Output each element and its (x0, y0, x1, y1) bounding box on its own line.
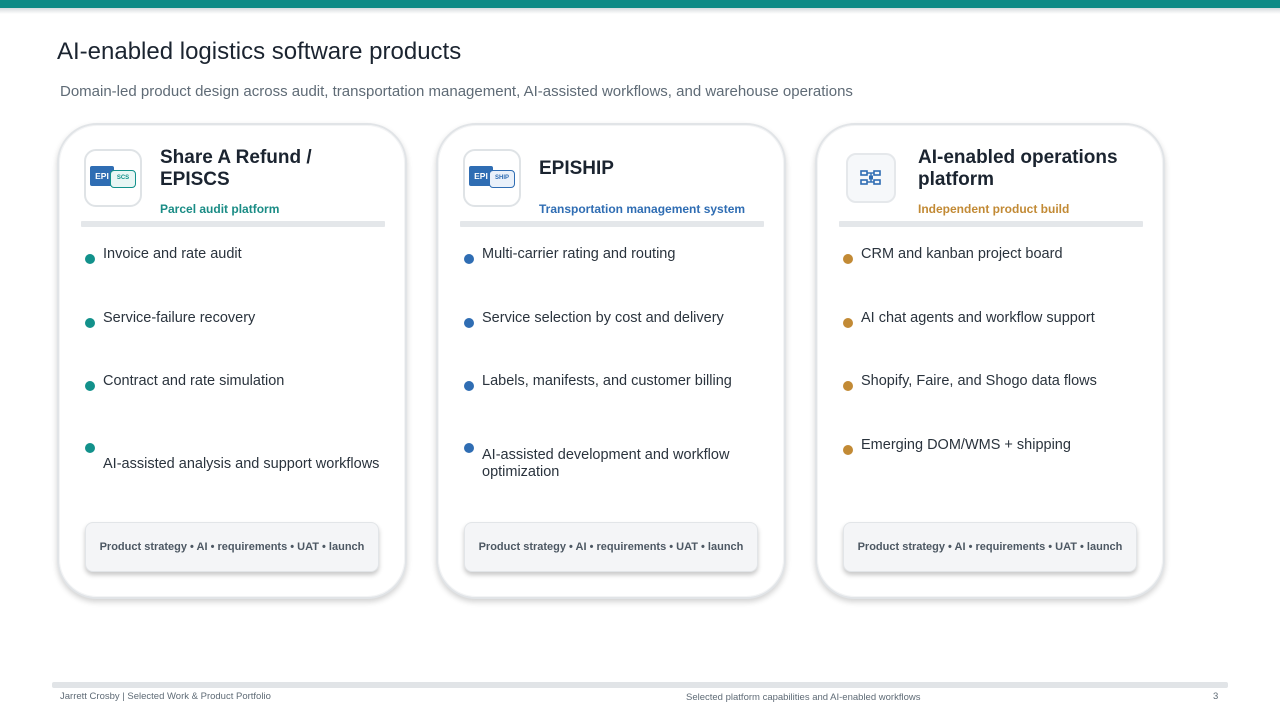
card-title-line: EPISCS (160, 169, 230, 190)
epi-ship-logo-icon: EPI SHIP (469, 166, 515, 190)
bullet-dot-icon (85, 254, 95, 264)
list-item-text: Labels, manifests, and customer billing (482, 373, 732, 389)
list-item-text: Invoice and rate audit (103, 246, 242, 262)
product-card-ai-operations-platform: AI-enabled operations platform Independe… (815, 123, 1165, 599)
bullet-dot-icon (464, 318, 474, 328)
list-item: Contract and rate simulation (85, 373, 385, 413)
bullet-dot-icon (464, 254, 474, 264)
card-title: AI-enabled operations platform (918, 147, 1148, 191)
footer-caption: Selected platform capabilities and AI-en… (686, 692, 921, 703)
list-item-text: AI chat agents and workflow support (861, 310, 1095, 326)
card-divider (460, 221, 764, 227)
workflow-diagram-icon (860, 170, 881, 185)
top-accent-bar (0, 0, 1280, 8)
card-divider (81, 221, 385, 227)
list-item-text: AI-assisted analysis and support workflo… (103, 456, 380, 472)
footer-author: Jarrett Crosby | Selected Work & Product… (60, 691, 271, 702)
list-item: Service selection by cost and delivery (464, 310, 764, 350)
logo-sub-text: SCS (110, 170, 136, 188)
bullet-dot-icon (843, 381, 853, 391)
card-title-line: EPISHIP (539, 158, 614, 179)
bullet-dot-icon (843, 318, 853, 328)
product-logo: EPI SHIP (463, 149, 521, 207)
card-tag: Independent product build (918, 202, 1070, 216)
bullet-dot-icon (464, 443, 474, 453)
list-item-text: AI-assisted development and workflow opt… (482, 447, 730, 480)
list-item: AI-assisted development and workflow opt… (464, 439, 764, 480)
product-logo: EPI SCS (84, 149, 142, 207)
card-title-line: Share A Refund / (160, 147, 312, 168)
page-subtitle: Domain-led product design across audit, … (60, 83, 853, 100)
product-logo (846, 153, 896, 203)
card-tag: Transportation management system (539, 202, 746, 216)
card-divider (839, 221, 1143, 227)
logo-sub-text: SHIP (489, 170, 515, 188)
card-tag: Parcel audit platform (160, 202, 280, 216)
bullet-dot-icon (85, 443, 95, 453)
list-item: Labels, manifests, and customer billing (464, 373, 764, 413)
page-number: 3 (1213, 691, 1219, 702)
card-title-line: platform (918, 169, 994, 190)
list-item-text: Multi-carrier rating and routing (482, 246, 676, 262)
capabilities-pill: Product strategy • AI • requirements • U… (464, 522, 758, 572)
list-item: CRM and kanban project board (843, 246, 1143, 286)
list-item: AI-assisted analysis and support workflo… (85, 439, 385, 479)
bullet-dot-icon (464, 381, 474, 391)
list-item: Shopify, Faire, and Shogo data flows (843, 373, 1143, 413)
top-bar-shadow (0, 8, 1280, 14)
product-card-epishIP: EPI SHIP EPISHIP Transportation manageme… (436, 123, 786, 599)
list-item: Multi-carrier rating and routing (464, 246, 764, 286)
footer-divider (52, 682, 1228, 688)
epi-scs-logo-icon: EPI SCS (90, 166, 136, 190)
bullet-dot-icon (843, 254, 853, 264)
card-title-line: AI-enabled operations (918, 147, 1118, 168)
list-item-text: Service selection by cost and delivery (482, 310, 724, 326)
capabilities-pill: Product strategy • AI • requirements • U… (85, 522, 379, 572)
list-item: Emerging DOM/WMS + shipping (843, 437, 1143, 477)
product-card-share-a-refund: EPI SCS Share A Refund / EPISCS Parcel a… (57, 123, 407, 599)
bullet-dot-icon (85, 381, 95, 391)
list-item-text: Service-failure recovery (103, 310, 256, 326)
list-item-text: CRM and kanban project board (861, 246, 1063, 262)
page-title: AI-enabled logistics software products (57, 38, 462, 65)
bullet-dot-icon (843, 445, 853, 455)
list-item-text: Contract and rate simulation (103, 373, 285, 389)
bullet-dot-icon (85, 318, 95, 328)
list-item-text: Shopify, Faire, and Shogo data flows (861, 373, 1097, 389)
list-item-text: Emerging DOM/WMS + shipping (861, 437, 1071, 453)
list-item: Invoice and rate audit (85, 246, 385, 286)
capabilities-pill: Product strategy • AI • requirements • U… (843, 522, 1137, 572)
card-title: EPISHIP (539, 158, 769, 180)
list-item: Service-failure recovery (85, 310, 385, 350)
list-item: AI chat agents and workflow support (843, 310, 1143, 350)
card-title: Share A Refund / EPISCS (160, 147, 390, 191)
